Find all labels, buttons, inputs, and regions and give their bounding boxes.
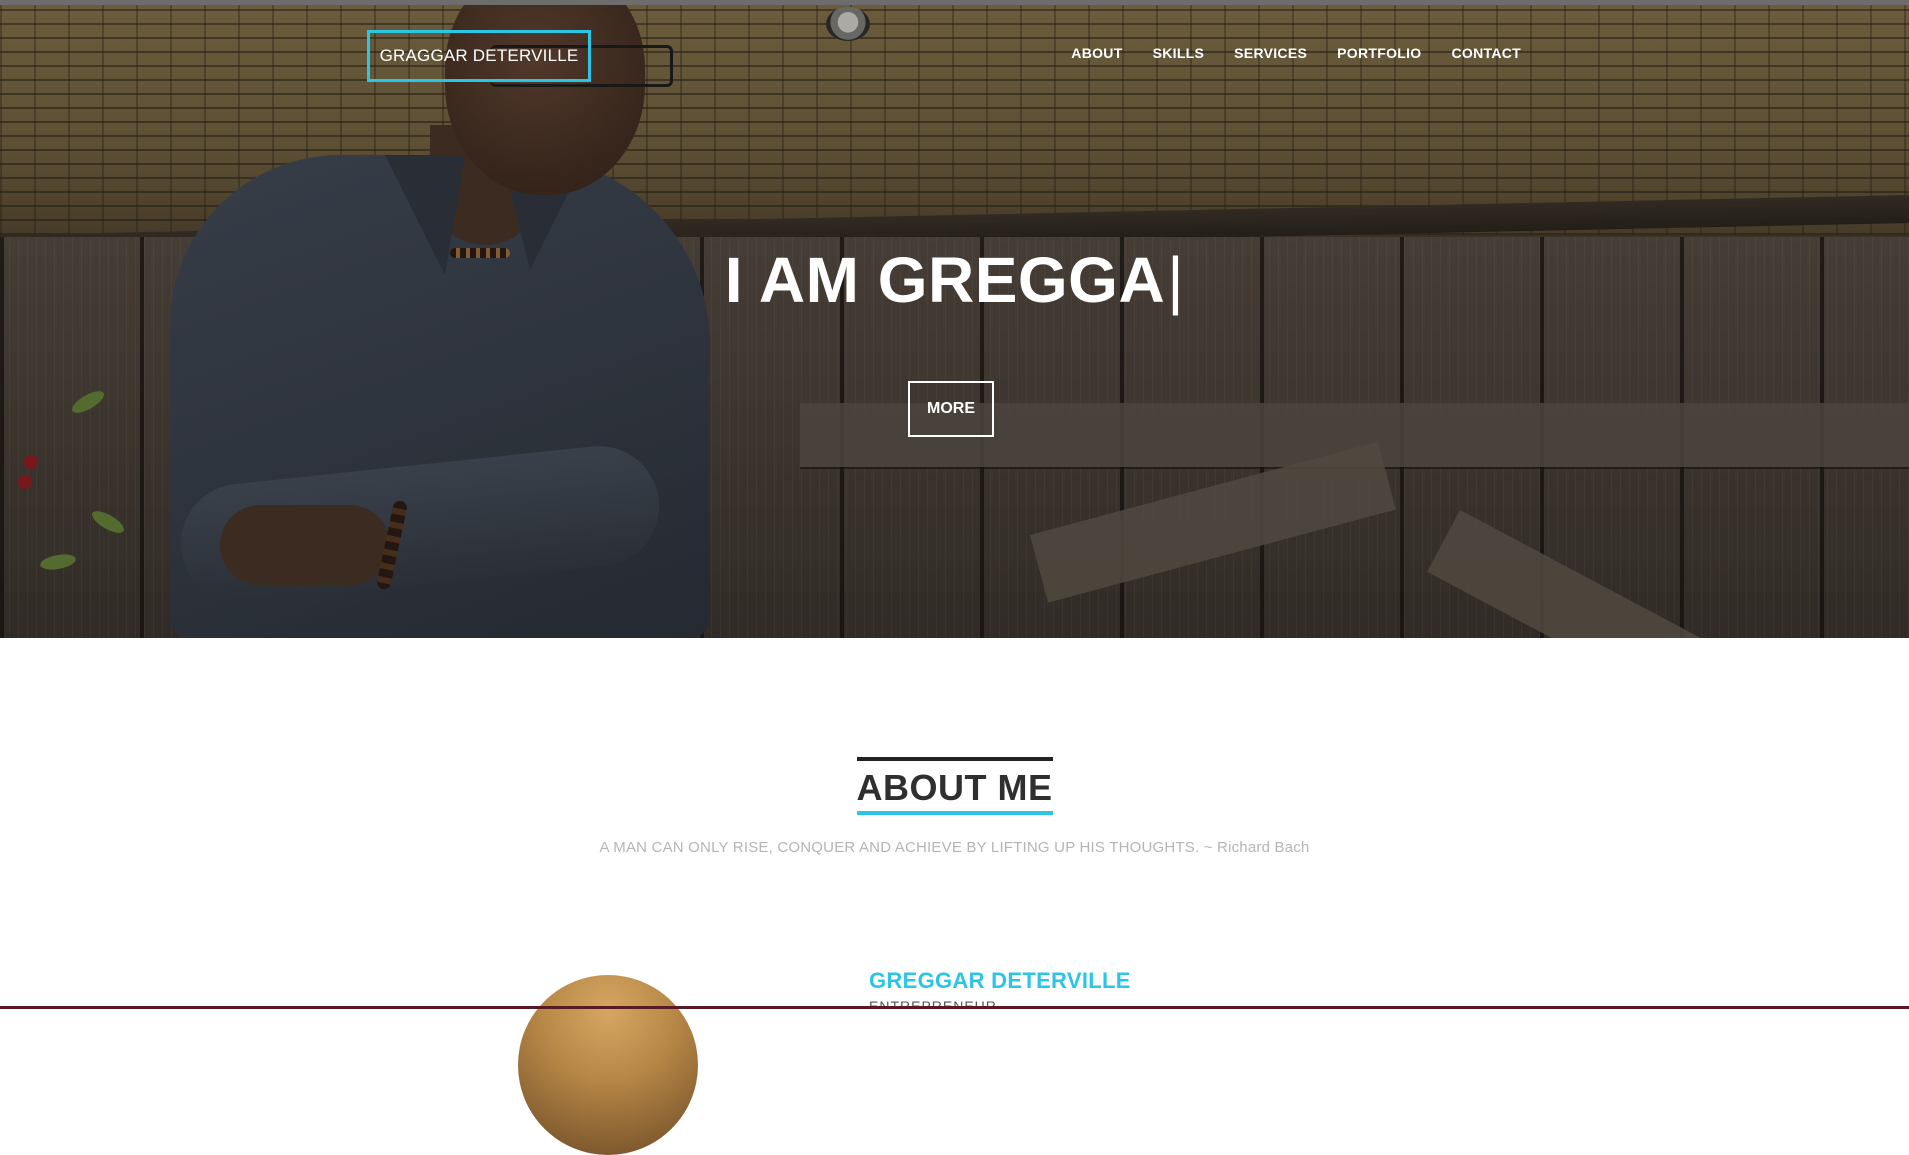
brand-logo[interactable]: GRAGGAR DETERVILLE [367,30,591,82]
nav-services[interactable]: SERVICES [1234,45,1307,61]
nav-about[interactable]: ABOUT [1071,45,1122,61]
profile-name: GREGGAR DETERVILLE [869,968,1131,993]
about-quote: A MAN CAN ONLY RISE, CONQUER AND ACHIEVE… [599,839,1310,856]
more-button[interactable]: MORE [908,381,994,437]
nav-portfolio[interactable]: PORTFOLIO [1337,45,1421,61]
hero-overlay [0,5,1909,638]
nav-skills[interactable]: SKILLS [1153,45,1205,61]
avatar [518,975,698,1155]
hero-title-text: I AM GREGGA [724,244,1166,316]
nav-contact[interactable]: CONTACT [1452,45,1522,61]
hero-title: I AM GREGGA| [0,243,1909,317]
about-title: ABOUT ME [856,757,1053,815]
hero-section [0,5,1909,638]
typing-caret: | [1167,244,1185,316]
main-nav: ABOUT SKILLS SERVICES PORTFOLIO CONTACT [1041,45,1521,61]
about-section: ABOUT ME [0,757,1909,815]
